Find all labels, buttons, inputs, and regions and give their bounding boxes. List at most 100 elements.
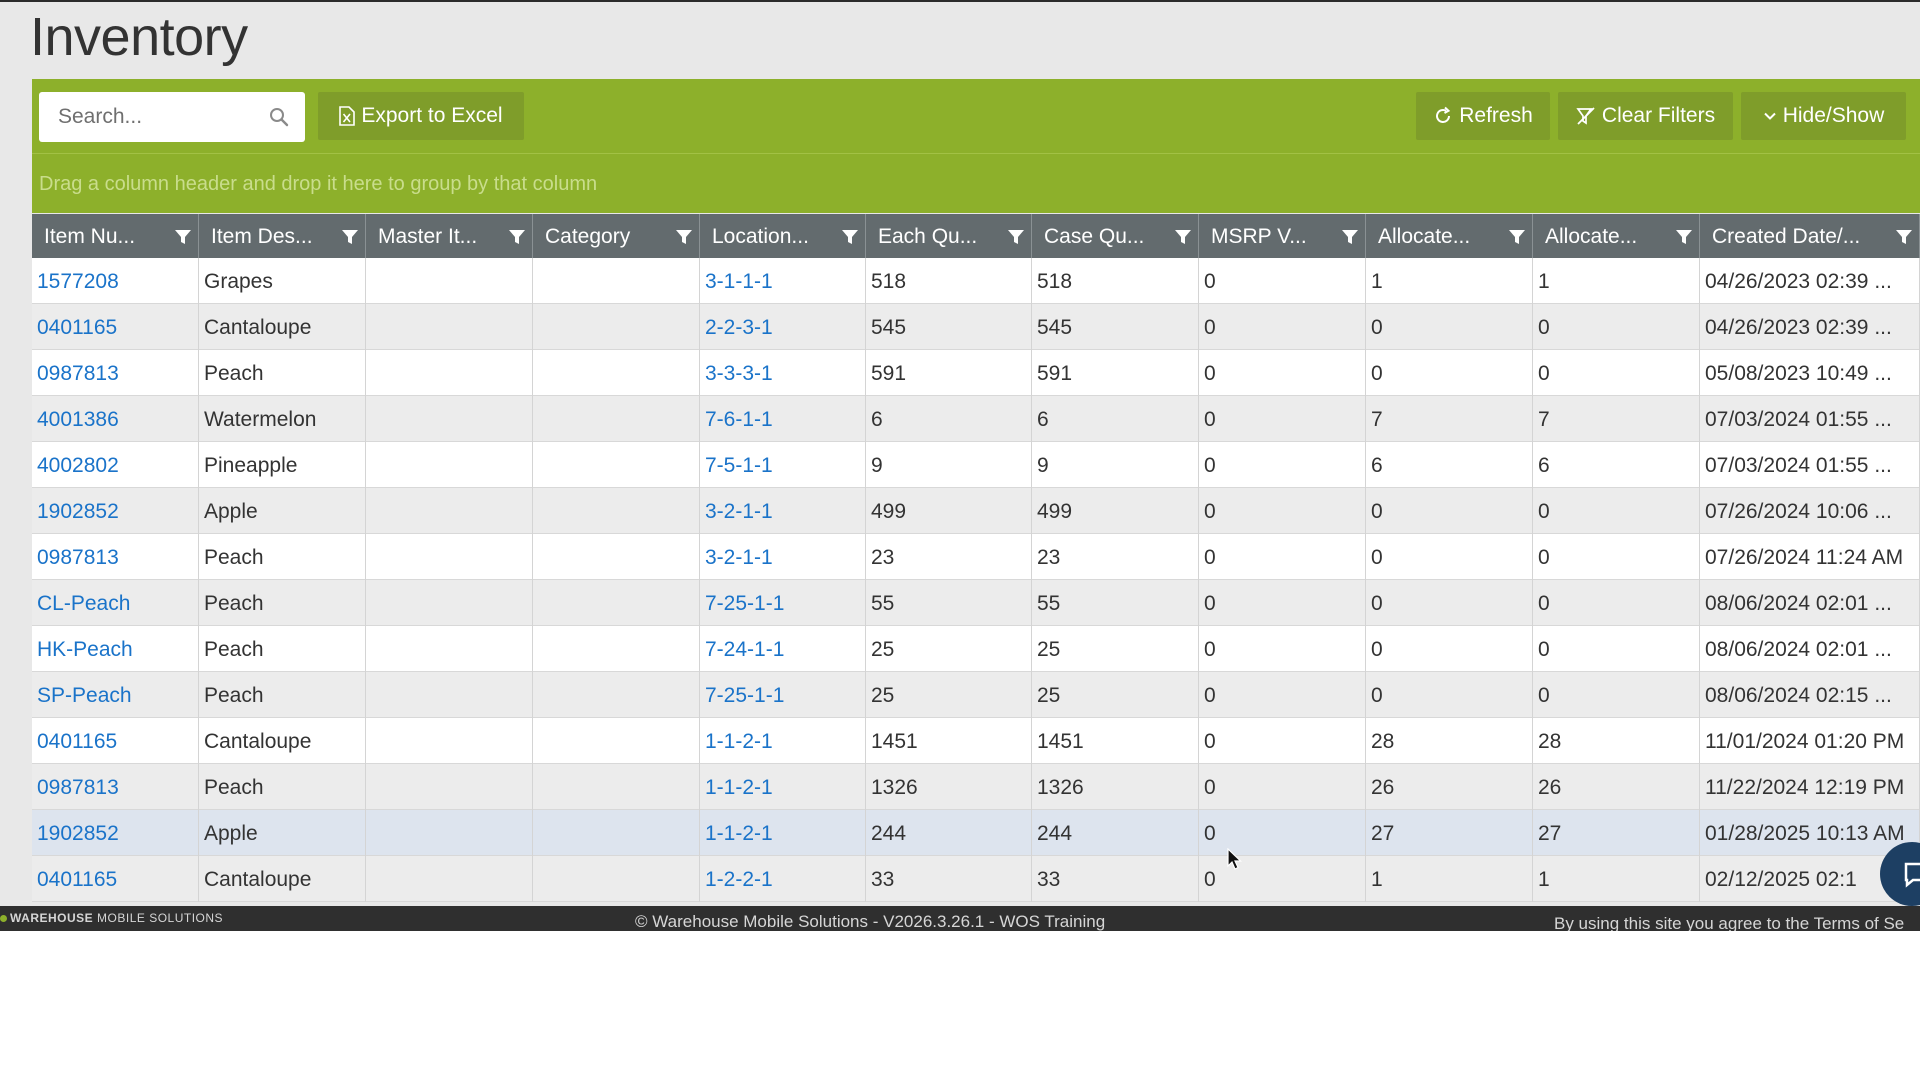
- cell-link[interactable]: 7-5-1-1: [705, 454, 773, 478]
- funnel-icon[interactable]: [675, 228, 693, 252]
- footer-terms[interactable]: By using this site you agree to the Term…: [1554, 914, 1904, 931]
- funnel-icon[interactable]: [1675, 228, 1693, 252]
- cell-link[interactable]: 0401165: [37, 316, 117, 340]
- table-row[interactable]: 4002802 Pineapple 7-5-1-1 9 9 0 6 6 07/03/2024 0…: [32, 442, 1920, 488]
- column-header[interactable]: Item Nu...: [32, 214, 199, 258]
- table-row[interactable]: 0987813 Peach 3-3-3-1 591 591 0 0 0 05/08/2023 1…: [32, 350, 1920, 396]
- cell-link[interactable]: 1902852: [37, 500, 119, 524]
- cell-link[interactable]: 7-24-1-1: [705, 638, 784, 662]
- refresh-button[interactable]: Refresh: [1416, 92, 1550, 140]
- table-cell[interactable]: 1902852: [32, 810, 199, 856]
- cell-link[interactable]: 7-6-1-1: [705, 408, 773, 432]
- group-by-panel[interactable]: Drag a column header and drop it here to…: [32, 153, 1920, 213]
- table-cell[interactable]: SP-Peach: [32, 672, 199, 718]
- table-row[interactable]: 1902852 Apple 1-1-2-1 244 244 0 27 27 01/28/2025…: [32, 810, 1920, 856]
- table-cell[interactable]: 4002802: [32, 442, 199, 488]
- funnel-icon[interactable]: [1341, 228, 1359, 252]
- cell-link[interactable]: 1-2-2-1: [705, 868, 773, 892]
- cell-link[interactable]: HK-Peach: [37, 638, 133, 662]
- table-cell[interactable]: 7-25-1-1: [700, 580, 866, 626]
- table-cell[interactable]: CL-Peach: [32, 580, 199, 626]
- chat-icon[interactable]: [1880, 842, 1920, 906]
- cell-link[interactable]: 0987813: [37, 776, 119, 800]
- table-row[interactable]: 0987813 Peach 3-2-1-1 23 23 0 0 0 07/26/2024 11:…: [32, 534, 1920, 580]
- table-cell[interactable]: 0401165: [32, 718, 199, 764]
- table-row[interactable]: 0401165 Cantaloupe 1-1-2-1 1451 1451 0 28 28 11/…: [32, 718, 1920, 764]
- cell-link[interactable]: 1902852: [37, 822, 119, 846]
- cell-link[interactable]: 3-2-1-1: [705, 500, 773, 524]
- hide-show-button[interactable]: Hide/Show: [1741, 92, 1906, 140]
- table-cell[interactable]: 0987813: [32, 534, 199, 580]
- funnel-icon[interactable]: [1508, 228, 1526, 252]
- table-row[interactable]: 0987813 Peach 1-1-2-1 1326 1326 0 26 26 11/22/20…: [32, 764, 1920, 810]
- table-cell[interactable]: 0401165: [32, 856, 199, 902]
- cell-link[interactable]: 2-2-3-1: [705, 316, 773, 340]
- table-row[interactable]: 0401165 Cantaloupe 1-2-2-1 33 33 0 1 1 02/12/202…: [32, 856, 1920, 902]
- cell-link[interactable]: 4001386: [37, 408, 119, 432]
- cell-link[interactable]: 0401165: [37, 868, 117, 892]
- cell-link[interactable]: 0987813: [37, 546, 119, 570]
- table-cell[interactable]: 1902852: [32, 488, 199, 534]
- table-cell[interactable]: 0401165: [32, 304, 199, 350]
- table-cell[interactable]: 4001386: [32, 396, 199, 442]
- funnel-icon[interactable]: [841, 228, 859, 252]
- table-cell[interactable]: 1-1-2-1: [700, 764, 866, 810]
- cell-link[interactable]: 3-3-3-1: [705, 362, 773, 386]
- cell-link[interactable]: 4002802: [37, 454, 119, 478]
- table-row[interactable]: 0401165 Cantaloupe 2-2-3-1 545 545 0 0 0 04/26/2…: [32, 304, 1920, 350]
- search-input[interactable]: [39, 92, 305, 142]
- column-header[interactable]: Case Qu...: [1032, 214, 1199, 258]
- funnel-icon[interactable]: [508, 228, 526, 252]
- cell-link[interactable]: 1577208: [37, 270, 119, 294]
- column-header[interactable]: Created Date/...: [1700, 214, 1920, 258]
- cell-link[interactable]: 7-25-1-1: [705, 592, 784, 616]
- table-cell[interactable]: 0987813: [32, 764, 199, 810]
- column-header[interactable]: Allocate...: [1366, 214, 1533, 258]
- search-icon[interactable]: [267, 105, 291, 129]
- table-cell[interactable]: 3-3-3-1: [700, 350, 866, 396]
- table-row[interactable]: 1902852 Apple 3-2-1-1 499 499 0 0 0 07/26/2024 1…: [32, 488, 1920, 534]
- funnel-icon[interactable]: [341, 228, 359, 252]
- table-row[interactable]: 4001386 Watermelon 7-6-1-1 6 6 0 7 7 07/03/2024 …: [32, 396, 1920, 442]
- column-header[interactable]: Category: [533, 214, 700, 258]
- table-cell[interactable]: HK-Peach: [32, 626, 199, 672]
- table-cell[interactable]: 0987813: [32, 350, 199, 396]
- table-cell[interactable]: 3-2-1-1: [700, 534, 866, 580]
- table-cell[interactable]: 3-1-1-1: [700, 258, 866, 304]
- cell-link[interactable]: 1-1-2-1: [705, 776, 773, 800]
- table-cell[interactable]: 1-1-2-1: [700, 810, 866, 856]
- column-header[interactable]: Allocate...: [1533, 214, 1700, 258]
- cell-link[interactable]: 3-2-1-1: [705, 546, 773, 570]
- table-cell[interactable]: 7-25-1-1: [700, 672, 866, 718]
- cell-link[interactable]: CL-Peach: [37, 592, 130, 616]
- funnel-icon[interactable]: [1174, 228, 1192, 252]
- table-cell[interactable]: 7-6-1-1: [700, 396, 866, 442]
- cell-link[interactable]: 3-1-1-1: [705, 270, 773, 294]
- table-cell[interactable]: 2-2-3-1: [700, 304, 866, 350]
- table-cell[interactable]: 1-2-2-1: [700, 856, 866, 902]
- column-header[interactable]: MSRP V...: [1199, 214, 1366, 258]
- export-to-excel-button[interactable]: Export to Excel: [318, 92, 524, 140]
- funnel-icon[interactable]: [1895, 228, 1913, 252]
- table-row[interactable]: HK-Peach Peach 7-24-1-1 25 25 0 0 0 08/06/2024 0…: [32, 626, 1920, 672]
- table-cell[interactable]: 3-2-1-1: [700, 488, 866, 534]
- table-cell[interactable]: 7-24-1-1: [700, 626, 866, 672]
- cell-link[interactable]: 1-1-2-1: [705, 822, 773, 846]
- column-header[interactable]: Item Des...: [199, 214, 366, 258]
- table-cell[interactable]: 1-1-2-1: [700, 718, 866, 764]
- table-cell[interactable]: 7-5-1-1: [700, 442, 866, 488]
- table-cell[interactable]: 1577208: [32, 258, 199, 304]
- column-header[interactable]: Each Qu...: [866, 214, 1032, 258]
- cell-link[interactable]: SP-Peach: [37, 684, 132, 708]
- cell-link[interactable]: 7-25-1-1: [705, 684, 784, 708]
- cell-link[interactable]: 1-1-2-1: [705, 730, 773, 754]
- clear-filters-button[interactable]: Clear Filters: [1558, 92, 1733, 140]
- column-header[interactable]: Master It...: [366, 214, 533, 258]
- table-row[interactable]: CL-Peach Peach 7-25-1-1 55 55 0 0 0 08/06/2024 0…: [32, 580, 1920, 626]
- table-row[interactable]: 1577208 Grapes 3-1-1-1 518 518 0 1 1 04/26/2023 …: [32, 258, 1920, 304]
- table-row[interactable]: SP-Peach Peach 7-25-1-1 25 25 0 0 0 08/06/2024 0…: [32, 672, 1920, 718]
- cell-link[interactable]: 0401165: [37, 730, 117, 754]
- column-header[interactable]: Location...: [700, 214, 866, 258]
- funnel-icon[interactable]: [174, 228, 192, 252]
- funnel-icon[interactable]: [1007, 228, 1025, 252]
